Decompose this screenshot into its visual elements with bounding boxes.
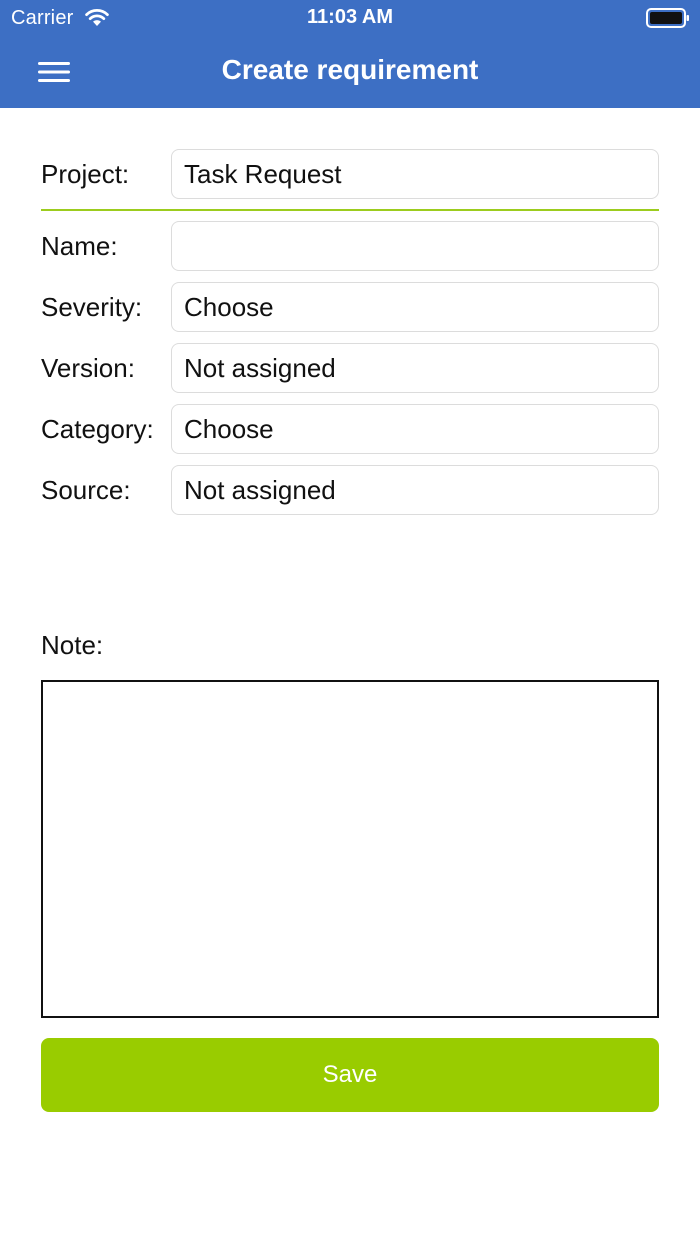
battery-icon	[646, 8, 689, 28]
name-row: Name:	[0, 221, 700, 273]
status-bar: Carrier 11:03 AM	[0, 0, 700, 36]
save-button[interactable]: Save	[41, 1038, 659, 1112]
category-select[interactable]: Choose	[171, 404, 659, 454]
severity-select[interactable]: Choose	[171, 282, 659, 332]
page-title: Create requirement	[221, 54, 479, 85]
source-row: Source: Not assigned	[0, 465, 700, 517]
version-select[interactable]: Not assigned	[171, 343, 659, 393]
status-time: 11:03 AM	[307, 6, 393, 28]
navigation-bar: Create requirement	[0, 36, 700, 108]
app-header: Carrier 11:03 AM Create requirement	[0, 0, 700, 108]
note-label: Note:	[41, 630, 104, 660]
version-label: Version:	[41, 353, 135, 383]
note-textarea[interactable]	[41, 680, 659, 1018]
project-row: Project: Task Request	[0, 149, 700, 201]
severity-label: Severity:	[41, 292, 143, 322]
category-row: Category: Choose	[0, 404, 700, 456]
name-input[interactable]	[171, 221, 659, 271]
name-label: Name:	[41, 231, 118, 261]
severity-row: Severity: Choose	[0, 282, 700, 334]
version-row: Version: Not assigned	[0, 343, 700, 395]
source-label: Source:	[41, 475, 131, 505]
category-label: Category:	[41, 414, 154, 444]
section-divider	[41, 209, 659, 211]
source-select[interactable]: Not assigned	[171, 465, 659, 515]
project-label: Project:	[41, 159, 130, 189]
project-field[interactable]: Task Request	[171, 149, 659, 199]
